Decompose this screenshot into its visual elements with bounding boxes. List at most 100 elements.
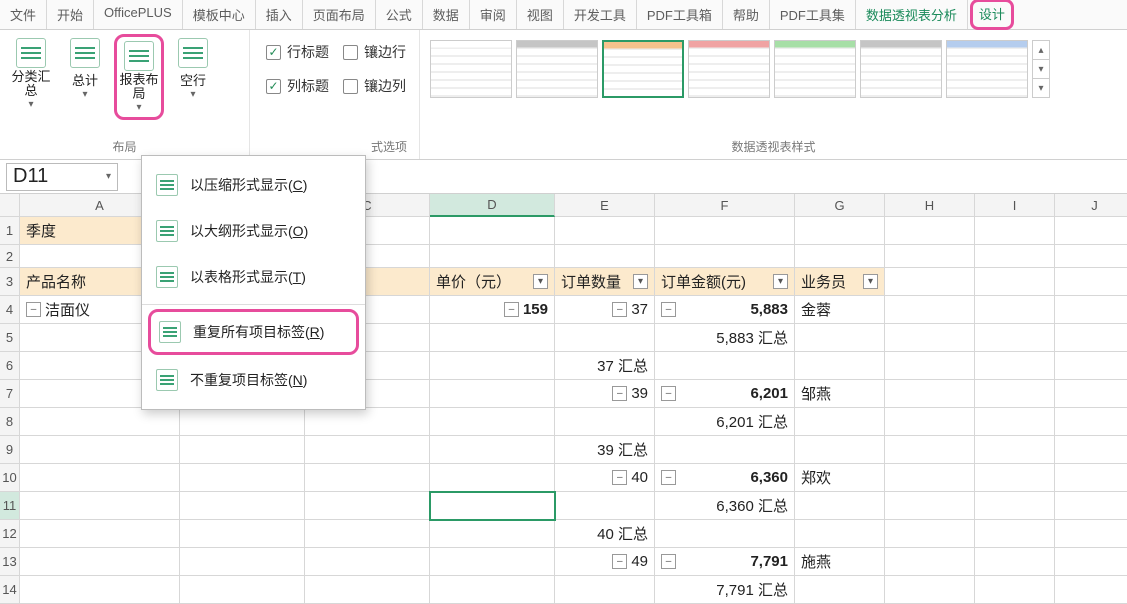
cell-H6[interactable]	[885, 352, 975, 380]
col-E[interactable]: E	[555, 194, 655, 217]
cell-G2[interactable]	[795, 245, 885, 268]
style-gallery-more[interactable]: ▴ ▾ ▾	[1032, 40, 1050, 98]
cell-I12[interactable]	[975, 520, 1055, 548]
tab-design[interactable]: 设计	[970, 0, 1014, 30]
row-4[interactable]: 4	[0, 296, 20, 324]
collapse-icon[interactable]: –	[661, 554, 676, 569]
cell-H11[interactable]	[885, 492, 975, 520]
cell-F13[interactable]: –7,791	[655, 548, 795, 576]
style-thumb-4[interactable]	[688, 40, 770, 98]
cell-F12[interactable]	[655, 520, 795, 548]
cell-G12[interactable]	[795, 520, 885, 548]
cell-G14[interactable]	[795, 576, 885, 604]
cell-F4[interactable]: –5,883	[655, 296, 795, 324]
cell-D7[interactable]	[430, 380, 555, 408]
cell-I5[interactable]	[975, 324, 1055, 352]
tab-insert[interactable]: 插入	[256, 0, 303, 29]
blank-rows-button[interactable]: 空行 ▾	[168, 34, 218, 104]
cell-D9[interactable]	[430, 436, 555, 464]
report-layout-button[interactable]: 报表布局 ▾	[114, 34, 164, 120]
cell-E9[interactable]: 39 汇总	[555, 436, 655, 464]
cell-F2[interactable]	[655, 245, 795, 268]
tab-pdfbox[interactable]: PDF工具箱	[637, 0, 723, 29]
cell-G8[interactable]	[795, 408, 885, 436]
tab-officeplus[interactable]: OfficePLUS	[94, 0, 183, 29]
cell-B12[interactable]	[180, 520, 305, 548]
collapse-icon[interactable]: –	[504, 302, 519, 317]
cell-F6[interactable]	[655, 352, 795, 380]
cell-G9[interactable]	[795, 436, 885, 464]
cell-E3[interactable]: 订单数量▾	[555, 268, 655, 296]
menu-compact-form[interactable]: 以压缩形式显示(C)	[142, 162, 365, 208]
row-7[interactable]: 7	[0, 380, 20, 408]
cell-G1[interactable]	[795, 217, 885, 245]
cell-G3[interactable]: 业务员▾	[795, 268, 885, 296]
cell-E14[interactable]	[555, 576, 655, 604]
cell-G5[interactable]	[795, 324, 885, 352]
tab-dev[interactable]: 开发工具	[564, 0, 637, 29]
cell-H12[interactable]	[885, 520, 975, 548]
cell-E7[interactable]: –39	[555, 380, 655, 408]
collapse-icon[interactable]: –	[661, 302, 676, 317]
row-10[interactable]: 10	[0, 464, 20, 492]
style-thumb-1[interactable]	[430, 40, 512, 98]
row-11[interactable]: 11	[0, 492, 20, 520]
cell-E5[interactable]	[555, 324, 655, 352]
cell-H4[interactable]	[885, 296, 975, 324]
collapse-icon[interactable]: –	[661, 386, 676, 401]
cell-I6[interactable]	[975, 352, 1055, 380]
cell-B9[interactable]	[180, 436, 305, 464]
row-8[interactable]: 8	[0, 408, 20, 436]
row-13[interactable]: 13	[0, 548, 20, 576]
cell-I1[interactable]	[975, 217, 1055, 245]
cell-C8[interactable]	[305, 408, 430, 436]
cell-H10[interactable]	[885, 464, 975, 492]
cell-H3[interactable]	[885, 268, 975, 296]
grandtotals-button[interactable]: 总计 ▾	[60, 34, 110, 104]
cell-E4[interactable]: –37	[555, 296, 655, 324]
cell-A12[interactable]	[20, 520, 180, 548]
tab-review[interactable]: 审阅	[470, 0, 517, 29]
tab-formula[interactable]: 公式	[376, 0, 423, 29]
cell-H2[interactable]	[885, 245, 975, 268]
row-3[interactable]: 3	[0, 268, 20, 296]
cell-J8[interactable]	[1055, 408, 1127, 436]
col-D[interactable]: D	[430, 194, 555, 217]
cell-C11[interactable]	[305, 492, 430, 520]
cell-G4[interactable]: 金蓉	[795, 296, 885, 324]
cell-D12[interactable]	[430, 520, 555, 548]
cell-D13[interactable]	[430, 548, 555, 576]
style-thumb-5[interactable]	[774, 40, 856, 98]
cell-A13[interactable]	[20, 548, 180, 576]
cell-E8[interactable]	[555, 408, 655, 436]
cell-I11[interactable]	[975, 492, 1055, 520]
row-5[interactable]: 5	[0, 324, 20, 352]
cell-J1[interactable]	[1055, 217, 1127, 245]
cell-D2[interactable]	[430, 245, 555, 268]
cell-J3[interactable]	[1055, 268, 1127, 296]
name-box[interactable]: D11 ▾	[6, 163, 118, 191]
cell-E2[interactable]	[555, 245, 655, 268]
menu-outline-form[interactable]: 以大纲形式显示(O)	[142, 208, 365, 254]
tab-pdfset[interactable]: PDF工具集	[770, 0, 856, 29]
cell-H1[interactable]	[885, 217, 975, 245]
cell-I10[interactable]	[975, 464, 1055, 492]
cell-I7[interactable]	[975, 380, 1055, 408]
cell-J13[interactable]	[1055, 548, 1127, 576]
cell-J11[interactable]	[1055, 492, 1127, 520]
subtotals-button[interactable]: 分类汇总 ▾	[6, 34, 56, 114]
col-I[interactable]: I	[975, 194, 1055, 217]
tab-file[interactable]: 文件	[0, 0, 47, 29]
cell-H13[interactable]	[885, 548, 975, 576]
cell-A9[interactable]	[20, 436, 180, 464]
cell-J4[interactable]	[1055, 296, 1127, 324]
cell-E12[interactable]: 40 汇总	[555, 520, 655, 548]
col-G[interactable]: G	[795, 194, 885, 217]
cell-F7[interactable]: –6,201	[655, 380, 795, 408]
cell-F9[interactable]	[655, 436, 795, 464]
cell-G10[interactable]: 郑欢	[795, 464, 885, 492]
cell-G7[interactable]: 邹燕	[795, 380, 885, 408]
cell-J7[interactable]	[1055, 380, 1127, 408]
cell-G6[interactable]	[795, 352, 885, 380]
cell-C10[interactable]	[305, 464, 430, 492]
